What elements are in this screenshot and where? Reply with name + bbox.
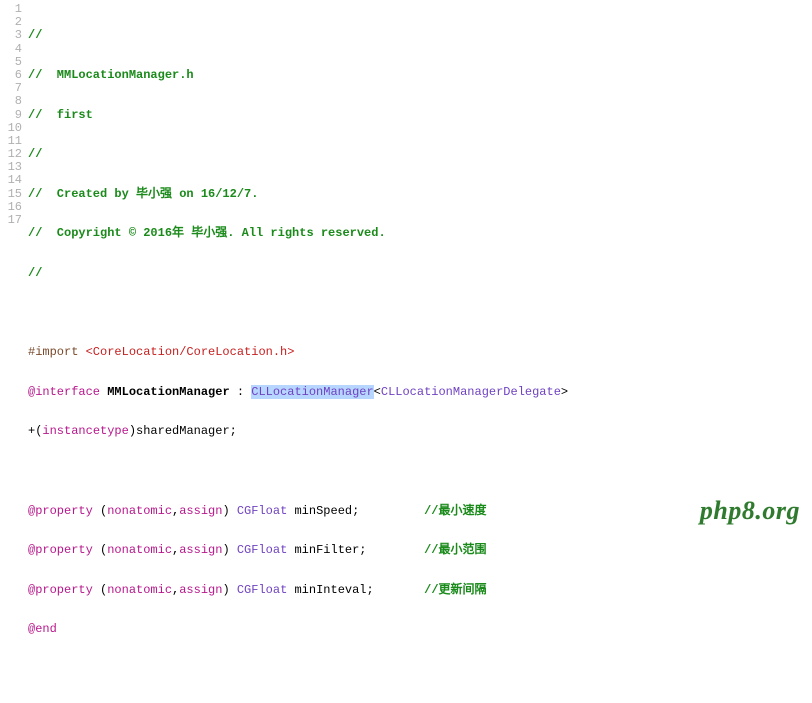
type: CGFloat	[237, 583, 287, 597]
text	[359, 504, 424, 518]
keyword: @property	[28, 543, 93, 557]
text: )	[222, 583, 236, 597]
text: )	[222, 543, 236, 557]
code-line	[28, 663, 812, 676]
keyword: @end	[28, 622, 57, 636]
code-line: //	[28, 29, 812, 42]
keyword: instancetype	[42, 424, 128, 438]
line-gutter: 1 2 3 4 5 6 7 8 9 10 11 12 13 14 15 16 1…	[0, 0, 28, 532]
code-line	[28, 465, 812, 478]
type: CGFloat	[237, 543, 287, 557]
code-line: // Created by 毕小强 on 16/12/7.	[28, 188, 812, 201]
text: (	[93, 504, 107, 518]
text: )	[222, 504, 236, 518]
line-number: 10	[0, 122, 22, 135]
code-line: +(instancetype)sharedManager;	[28, 425, 812, 438]
code-line: // Copyright © 2016年 毕小强. All rights res…	[28, 227, 812, 240]
attr: nonatomic	[107, 543, 172, 557]
prop-name: minFilter;	[294, 543, 366, 557]
attr: assign	[179, 543, 222, 557]
code-line: @end	[28, 623, 812, 636]
code-line: @property (nonatomic,assign) CGFloat min…	[28, 584, 812, 597]
comment: // first	[28, 108, 93, 122]
attr: nonatomic	[107, 504, 172, 518]
line-number: 4	[0, 43, 22, 56]
watermark: php8.org	[700, 496, 800, 526]
text: +(	[28, 424, 42, 438]
text	[367, 543, 425, 557]
code-line: //	[28, 148, 812, 161]
code-line: @property (nonatomic,assign) CGFloat min…	[28, 505, 812, 518]
code-line: @property (nonatomic,assign) CGFloat min…	[28, 544, 812, 557]
line-number: 17	[0, 214, 22, 227]
include-path: <CoreLocation/CoreLocation.h>	[86, 345, 295, 359]
keyword: @property	[28, 583, 93, 597]
attr: assign	[179, 504, 222, 518]
keyword: @interface	[28, 385, 100, 399]
class-name: MMLocationManager	[107, 385, 229, 399]
text: ,	[172, 543, 179, 557]
comment: // Created by 毕小强 on 16/12/7.	[28, 187, 258, 201]
text: )sharedManager;	[129, 424, 237, 438]
text: :	[230, 385, 252, 399]
comment: //最小速度	[424, 504, 486, 518]
code-line: @interface MMLocationManager : CLLocatio…	[28, 386, 812, 399]
type: CGFloat	[237, 504, 287, 518]
text	[287, 583, 294, 597]
text: <	[374, 385, 381, 399]
code-line	[28, 307, 812, 320]
code-line: // first	[28, 109, 812, 122]
code-line: // MMLocationManager.h	[28, 69, 812, 82]
keyword: @property	[28, 504, 93, 518]
code-area[interactable]: // // MMLocationManager.h // first // //…	[28, 0, 812, 532]
line-number: 15	[0, 188, 22, 201]
comment: // MMLocationManager.h	[28, 68, 194, 82]
comment: // Copyright © 2016年 毕小强. All rights res…	[28, 226, 386, 240]
code-line: #import <CoreLocation/CoreLocation.h>	[28, 346, 812, 359]
prop-name: minSpeed;	[294, 504, 359, 518]
comment: //	[28, 266, 42, 280]
line-number: 14	[0, 174, 22, 187]
comment: //更新间隔	[424, 583, 486, 597]
text	[287, 543, 294, 557]
prop-name: minInteval;	[294, 583, 373, 597]
preprocessor: #import	[28, 345, 86, 359]
text: ,	[172, 583, 179, 597]
code-editor: 1 2 3 4 5 6 7 8 9 10 11 12 13 14 15 16 1…	[0, 0, 812, 532]
comment: //	[28, 147, 42, 161]
attr: assign	[179, 583, 222, 597]
text: >	[561, 385, 568, 399]
line-number: 9	[0, 109, 22, 122]
text	[374, 583, 424, 597]
comment: //	[28, 28, 42, 42]
text: (	[93, 583, 107, 597]
comment: //最小范围	[424, 543, 486, 557]
line-number: 3	[0, 29, 22, 42]
text: (	[93, 543, 107, 557]
attr: nonatomic	[107, 583, 172, 597]
code-line: //	[28, 267, 812, 280]
selection[interactable]: CLLocationManager	[251, 385, 373, 399]
line-number: 5	[0, 56, 22, 69]
line-number: 8	[0, 95, 22, 108]
protocol: CLLocationManagerDelegate	[381, 385, 561, 399]
